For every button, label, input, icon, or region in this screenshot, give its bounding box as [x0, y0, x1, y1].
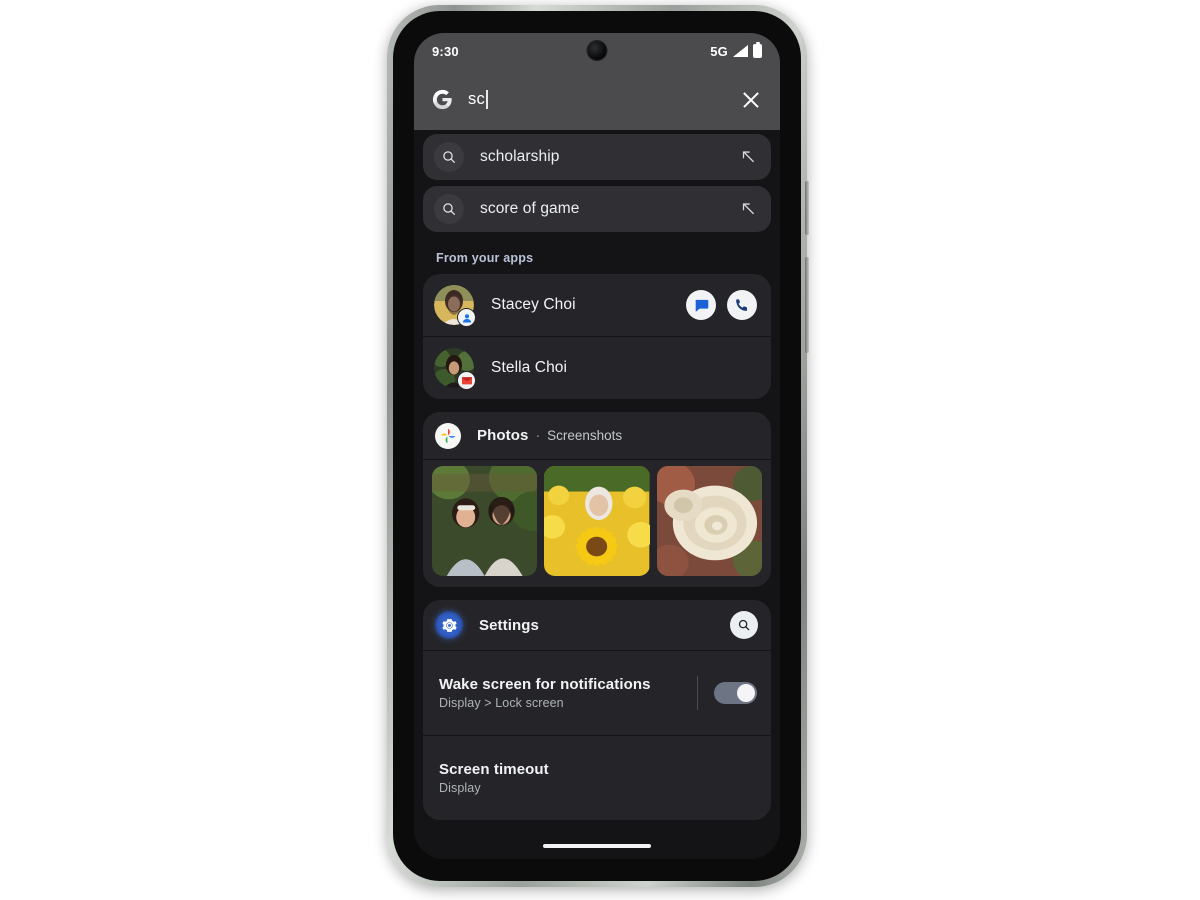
call-button[interactable]: [727, 290, 757, 320]
photos-app-row[interactable]: Photos · Screenshots: [423, 412, 771, 459]
contact-row[interactable]: Stella Choi: [423, 337, 771, 399]
gesture-navigation-bar: [414, 833, 780, 859]
wake-screen-toggle[interactable]: [714, 682, 757, 704]
settings-app-name: Settings: [479, 616, 539, 634]
photo-thumbnail-two-women-greenery[interactable]: [432, 466, 538, 576]
setting-title: Screen timeout: [439, 761, 549, 778]
photos-title-group: Photos · Screenshots: [477, 427, 622, 444]
arrow-up-left-icon[interactable]: [739, 200, 757, 218]
suggestion-label: score of game: [480, 200, 580, 217]
contact-action-buttons: [686, 290, 757, 320]
search-query-text: sc: [468, 90, 485, 108]
photos-app-name: Photos: [477, 427, 529, 444]
gmail-app-badge: [457, 371, 476, 390]
stacey-choi-avatar: [434, 285, 476, 327]
search-input[interactable]: sc: [468, 90, 725, 109]
clear-search-button[interactable]: [739, 88, 763, 112]
settings-app-row[interactable]: Settings: [423, 600, 771, 650]
toggle-knob: [737, 684, 755, 702]
message-button[interactable]: [686, 290, 716, 320]
settings-search-button[interactable]: [730, 611, 758, 639]
search-suggestion-score-of-game[interactable]: score of game: [423, 186, 771, 232]
setting-row[interactable]: Wake screen for notifications Display > …: [423, 651, 771, 735]
suggestion-label: scholarship: [480, 148, 560, 165]
settings-card-header[interactable]: Settings: [423, 600, 771, 650]
photo-thumbnails: [423, 460, 771, 587]
search-results-list[interactable]: scholarship score of game From your apps…: [414, 130, 780, 859]
setting-row-screen-timeout[interactable]: Screen timeout Display: [423, 736, 771, 820]
photo-thumbnail-white-roses[interactable]: [656, 466, 762, 576]
gesture-home-pill[interactable]: [543, 844, 651, 848]
arrow-up-left-icon[interactable]: [739, 148, 757, 166]
contact-row[interactable]: Stacey Choi: [423, 274, 771, 336]
setting-title: Wake screen for notifications: [439, 676, 651, 693]
setting-text-group: Wake screen for notifications Display > …: [439, 676, 697, 710]
stella-choi-avatar: [434, 348, 476, 390]
search-magnifier-icon: [434, 194, 464, 224]
contact-card-stacey-choi[interactable]: Stacey Choi: [423, 274, 771, 336]
phone-screen: 9:30 5G sc scholarship score of game Fro…: [414, 33, 780, 859]
phone-device: 9:30 5G sc scholarship score of game Fro…: [387, 5, 809, 887]
contact-name: Stacey Choi: [491, 296, 576, 313]
search-suggestion-scholarship[interactable]: scholarship: [423, 134, 771, 180]
photos-card-header[interactable]: Photos · Screenshots: [423, 412, 771, 459]
status-bar-clock: 9:30: [432, 43, 459, 59]
search-header: sc: [414, 69, 780, 130]
google-g-icon: [431, 88, 454, 111]
power-button[interactable]: [805, 181, 809, 235]
photos-category-label: Screenshots: [547, 428, 623, 443]
toggle-divider: [697, 676, 698, 710]
battery-icon: [753, 44, 762, 58]
text-cursor: [485, 90, 488, 109]
search-magnifier-icon: [434, 142, 464, 172]
section-header-from-your-apps: From your apps: [436, 251, 534, 265]
setting-row[interactable]: Screen timeout Display: [423, 736, 771, 820]
signal-bars-icon: [733, 45, 748, 57]
google-photos-icon: [435, 422, 461, 449]
setting-row-wake-screen[interactable]: Wake screen for notifications Display > …: [423, 651, 771, 735]
setting-subtitle: Display > Lock screen: [439, 696, 564, 710]
setting-subtitle: Display: [439, 781, 481, 795]
status-bar-indicators: 5G: [710, 44, 762, 59]
contact-card-stella-choi[interactable]: Stella Choi: [423, 337, 771, 399]
setting-text-group: Screen timeout Display: [439, 761, 757, 795]
card-gap: [414, 399, 780, 412]
contact-name: Stella Choi: [491, 359, 568, 376]
photos-thumbnail-strip[interactable]: [423, 460, 771, 587]
network-type-label: 5G: [710, 43, 728, 59]
status-bar: 9:30 5G: [414, 33, 780, 69]
card-gap: [414, 587, 780, 600]
photos-separator-dot: ·: [535, 427, 541, 443]
settings-gear-icon: [435, 611, 463, 639]
volume-rocker-button[interactable]: [805, 257, 809, 353]
contacts-app-badge: [457, 308, 476, 327]
photo-thumbnail-sunflower-field[interactable]: [544, 466, 650, 576]
punch-hole-camera-icon: [587, 41, 607, 60]
